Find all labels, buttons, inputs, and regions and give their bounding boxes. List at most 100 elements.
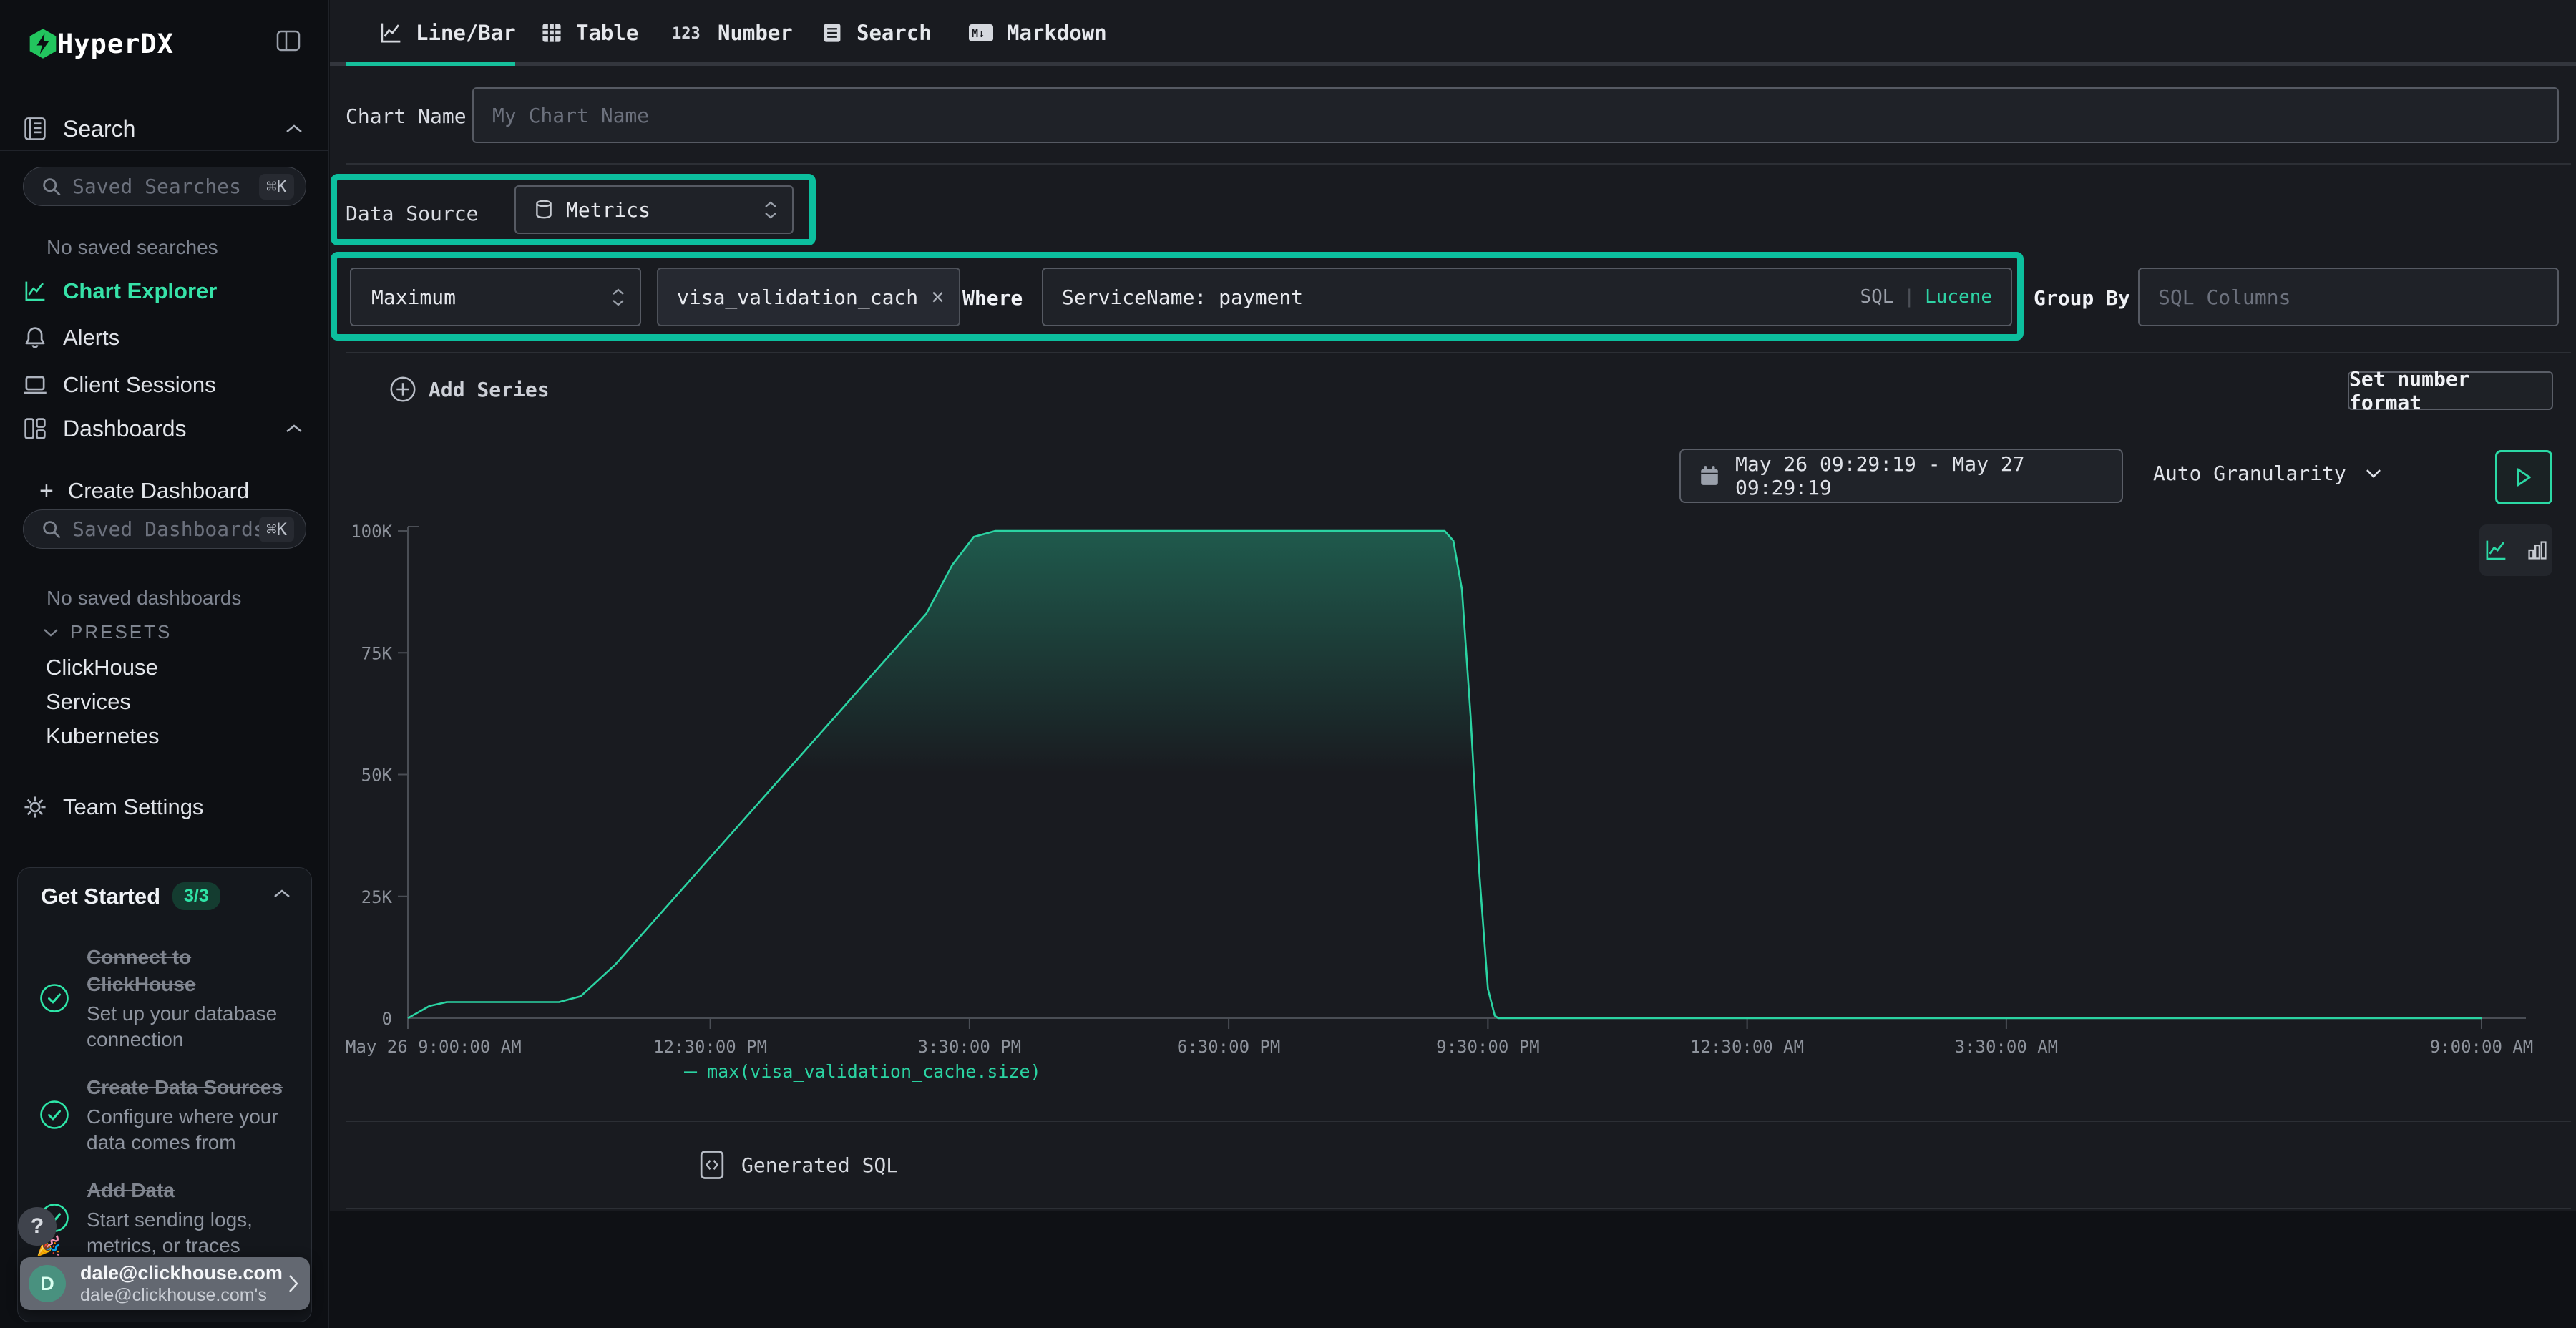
- markdown-icon: M↓: [968, 22, 994, 44]
- remove-metric-icon[interactable]: ×: [931, 284, 945, 311]
- user-texts: dale@clickhouse.com dale@clickhouse.com'…: [80, 1261, 287, 1306]
- tab-label: Number: [718, 21, 793, 45]
- bar-chart-toggle-icon[interactable]: [2527, 539, 2548, 562]
- sidebar: HyperDX Search Saved Searches ⌘K No save…: [0, 0, 329, 1328]
- data-source-label: Data Source: [346, 202, 478, 225]
- sidebar-item-chart-explorer[interactable]: Chart Explorer: [0, 271, 329, 311]
- tab-label: Line/Bar: [416, 21, 516, 45]
- get-started-title: Get Started: [41, 884, 160, 909]
- collapse-sidebar-icon[interactable]: [276, 30, 301, 55]
- toggle-separator: |: [1903, 286, 1915, 308]
- sidebar-section-dashboards[interactable]: Dashboards: [0, 412, 329, 445]
- shortcut-badge: ⌘K: [259, 517, 294, 542]
- saved-dashboards-placeholder: Saved Dashboards: [72, 517, 265, 541]
- group-by-input[interactable]: [2138, 268, 2559, 326]
- where-label: Where: [962, 286, 1023, 310]
- tab-label: Table: [576, 21, 638, 45]
- select-arrows-icon: [763, 201, 778, 219]
- add-series-button[interactable]: Add Series: [389, 375, 550, 404]
- app-title: HyperDX: [57, 29, 174, 59]
- sql-toggle[interactable]: SQL: [1860, 286, 1893, 308]
- saved-dashboards-input[interactable]: Saved Dashboards ⌘K: [23, 509, 306, 549]
- sidebar-item-label: Client Sessions: [63, 372, 216, 398]
- team-settings-label: Team Settings: [63, 794, 203, 820]
- chart-legend: — max(visa_validation_cache.size): [684, 1059, 1041, 1084]
- where-input[interactable]: [1043, 285, 1860, 309]
- tab-table[interactable]: Table: [540, 0, 638, 66]
- tab-line-bar[interactable]: Line/Bar: [379, 0, 516, 66]
- tab-number[interactable]: 123 Number: [672, 0, 793, 66]
- aggregation-value: Maximum: [371, 285, 456, 309]
- get-started-progress-badge: 3/3: [172, 882, 220, 910]
- generated-sql-expander[interactable]: Generated SQL: [675, 1125, 2576, 1205]
- active-tab-indicator: [346, 62, 515, 66]
- user-subtitle: dale@clickhouse.com's: [80, 1284, 287, 1306]
- database-icon: [533, 198, 555, 221]
- divider: [0, 150, 329, 151]
- preset-services[interactable]: Services: [46, 689, 131, 715]
- checklist-item-description: Set up your database connection: [87, 1001, 294, 1053]
- get-started-checklist: Connect to ClickHouseSet up your databas…: [18, 944, 311, 1259]
- chevron-up-icon: [285, 123, 303, 135]
- line-chart-icon: [23, 279, 47, 303]
- get-started-header[interactable]: Get Started 3/3: [18, 868, 311, 922]
- chevron-down-icon: [2365, 468, 2382, 479]
- help-button[interactable]: ?: [18, 1207, 57, 1246]
- get-started-card: Get Started 3/3 Connect to ClickHouseSet…: [17, 867, 312, 1322]
- chart-type-tabs: Line/Bar Table 123 Number Search M↓ Markdown: [330, 0, 2576, 66]
- set-number-format-button[interactable]: Set number format: [2348, 371, 2553, 410]
- hyperdx-logo-icon: [27, 27, 59, 64]
- shortcut-badge: ⌘K: [259, 174, 294, 200]
- where-filter: SQL | Lucene: [1042, 268, 2012, 326]
- dashboard-grid-icon: [23, 416, 47, 441]
- metric-field-chip[interactable]: visa_validation_cach ×: [657, 268, 960, 326]
- date-range-picker[interactable]: May 26 09:29:19 - May 27 09:29:19: [1679, 449, 2123, 503]
- presets-header[interactable]: PRESETS: [43, 621, 172, 643]
- chevron-right-icon: [287, 1274, 300, 1294]
- sidebar-item-label: Alerts: [63, 325, 119, 351]
- circle-plus-icon: [389, 375, 417, 404]
- data-source-select[interactable]: Metrics: [514, 185, 794, 234]
- sidebar-section-search[interactable]: Search: [0, 112, 329, 145]
- sidebar-item-label: Chart Explorer: [63, 278, 217, 304]
- checklist-item-title: Create Data Sources: [87, 1074, 294, 1101]
- svg-text:123: 123: [672, 25, 701, 43]
- chart-name-label: Chart Name: [346, 104, 467, 128]
- granularity-select[interactable]: Auto Granularity: [2153, 462, 2382, 485]
- sidebar-item-client-sessions[interactable]: Client Sessions: [0, 365, 329, 405]
- aggregation-select[interactable]: Maximum: [350, 268, 641, 326]
- checklist-item[interactable]: Add DataStart sending logs, metrics, or …: [18, 1177, 311, 1259]
- check-circle-icon: [39, 1100, 69, 1130]
- checklist-item[interactable]: Create Data SourcesConfigure where your …: [18, 1074, 311, 1156]
- tab-search[interactable]: Search: [821, 0, 932, 66]
- tab-label: Markdown: [1007, 21, 1107, 45]
- sidebar-item-alerts[interactable]: Alerts: [0, 318, 329, 358]
- sidebar-item-team-settings[interactable]: Team Settings: [0, 787, 329, 827]
- line-chart-icon: [379, 21, 403, 45]
- sidebar-dashboards-label: Dashboards: [63, 416, 187, 442]
- line-chart-toggle-icon[interactable]: [2484, 538, 2508, 562]
- chart-name-input[interactable]: [472, 87, 2559, 143]
- legend-series-name: max(visa_validation_cache.size): [707, 1061, 1041, 1082]
- calendar-icon: [1699, 465, 1719, 487]
- laptop-icon: [23, 373, 47, 397]
- preset-kubernetes[interactable]: Kubernetes: [46, 723, 160, 749]
- preset-clickhouse[interactable]: ClickHouse: [46, 655, 158, 680]
- chevron-up-icon: [285, 423, 303, 434]
- sidebar-search-label: Search: [63, 116, 135, 142]
- check-circle-icon: [39, 983, 69, 1013]
- main-panel: Line/Bar Table 123 Number Search M↓ Markdown C…: [330, 0, 2576, 1211]
- run-query-button[interactable]: [2495, 450, 2552, 504]
- create-dashboard-button[interactable]: + Create Dashboard: [0, 473, 329, 509]
- tab-markdown[interactable]: M↓ Markdown: [968, 0, 1107, 66]
- chevron-down-icon: [43, 628, 59, 638]
- user-menu[interactable]: D dale@clickhouse.com dale@clickhouse.co…: [20, 1257, 310, 1310]
- checklist-item[interactable]: Connect to ClickHouseSet up your databas…: [18, 944, 311, 1053]
- saved-searches-input[interactable]: Saved Searches ⌘K: [23, 167, 306, 206]
- logo-row: HyperDX: [0, 27, 329, 60]
- data-source-value: Metrics: [566, 198, 650, 222]
- group-by-label: Group By: [2034, 286, 2130, 310]
- lucene-toggle[interactable]: Lucene: [1925, 286, 1992, 308]
- chart-display-toggle: [2479, 524, 2552, 576]
- presets-label: PRESETS: [70, 621, 172, 643]
